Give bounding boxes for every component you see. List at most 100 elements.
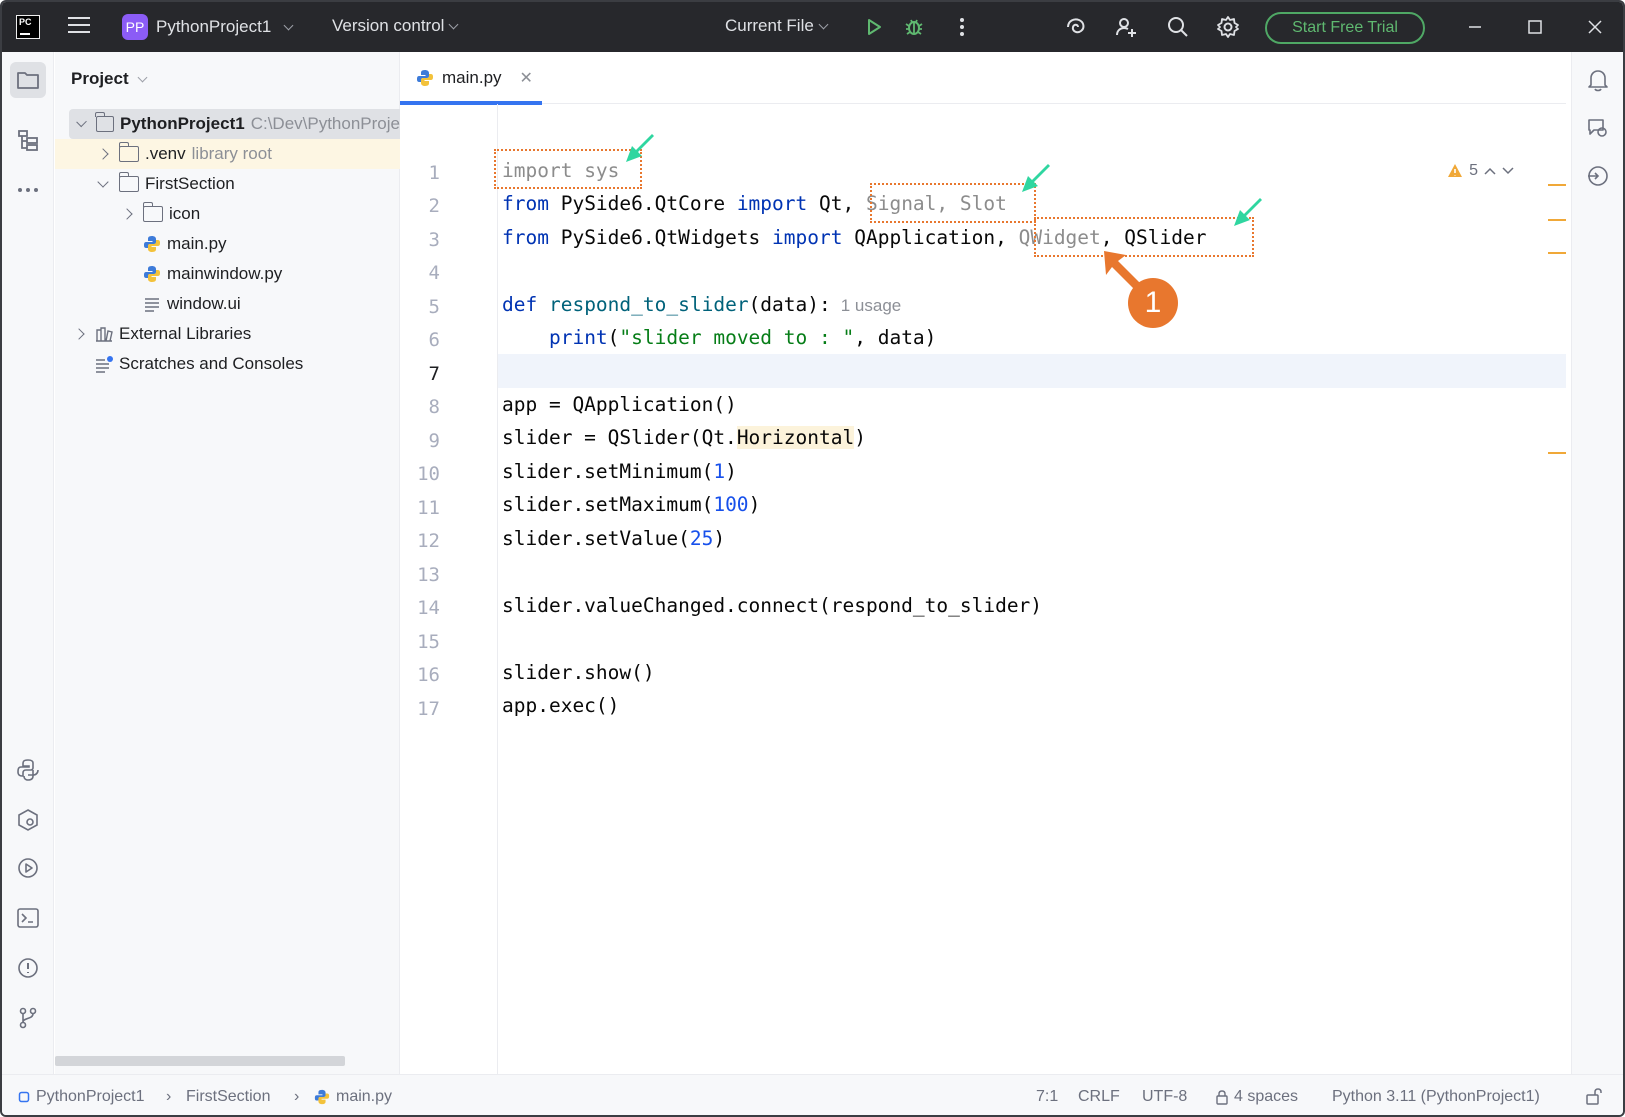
tree-item-icon-folder[interactable]: icon (55, 199, 400, 229)
code-line-10[interactable]: slider.setMinimum(1) (502, 457, 737, 487)
version-control-menu[interactable]: Version control (332, 16, 459, 36)
error-stripe-mark[interactable] (1548, 452, 1566, 454)
main-menu-button[interactable] (68, 17, 90, 35)
code-token: slider.show() (502, 661, 655, 684)
code-line-9[interactable]: slider = QSlider(Qt.Horizontal) (502, 423, 866, 453)
tree-item-label: main.py (167, 234, 227, 253)
code-token: Horizontal (736, 426, 855, 449)
ai-assistant-icon[interactable] (1062, 13, 1090, 41)
chevron-down-icon (818, 19, 829, 29)
folder-icon (142, 202, 163, 222)
chevron-right-icon[interactable] (121, 208, 133, 220)
code-token: slider = QSlider(Qt. (502, 426, 737, 449)
error-stripe-mark[interactable] (1548, 184, 1566, 186)
start-free-trial-button[interactable]: Start Free Trial (1265, 12, 1425, 44)
project-folder-icon[interactable] (10, 62, 46, 98)
run-icon[interactable] (860, 13, 888, 41)
services-icon[interactable] (10, 802, 46, 838)
code-line-6[interactable]: print("slider moved to : ", data) (502, 323, 936, 353)
line-separator[interactable]: CRLF (1078, 1088, 1120, 1106)
code-line-14[interactable]: slider.valueChanged.connect(respond_to_s… (502, 591, 1042, 621)
line-number: 2 (428, 195, 440, 217)
folder-icon (118, 142, 139, 162)
tree-item-scratches[interactable]: Scratches and Consoles (55, 349, 400, 379)
structure-icon[interactable] (10, 122, 46, 158)
usage-inlay-hint[interactable]: 1 usage (841, 296, 902, 315)
line-number: 17 (417, 698, 440, 720)
ui-file-icon (145, 298, 159, 312)
more-actions-icon[interactable] (948, 13, 976, 41)
horizontal-scrollbar[interactable] (55, 1056, 345, 1066)
python-file-icon (314, 1089, 330, 1105)
tree-item-mainwindow-py[interactable]: mainwindow.py (55, 259, 400, 289)
chevron-down-icon[interactable] (76, 116, 87, 127)
code-token: from (502, 192, 549, 215)
ai-chat-icon[interactable] (1580, 110, 1616, 146)
run-tool-icon[interactable] (10, 850, 46, 886)
folder-icon (118, 172, 139, 192)
notifications-bell-icon[interactable] (1580, 62, 1616, 98)
breadcrumb-file[interactable]: main.py (314, 1088, 392, 1106)
git-branch-icon[interactable] (10, 1000, 46, 1036)
debug-icon[interactable] (900, 13, 928, 41)
endpoints-icon[interactable] (1580, 158, 1616, 194)
tree-item-firstsection[interactable]: FirstSection (55, 169, 400, 199)
tree-item-main-py[interactable]: main.py (55, 229, 400, 259)
breadcrumb-project[interactable]: PythonProject1 (18, 1088, 145, 1106)
tree-item-project-root[interactable]: PythonProject1 C:\Dev\PythonProje (69, 109, 400, 139)
tree-item-external-libraries[interactable]: External Libraries (55, 319, 400, 349)
chevron-right-icon[interactable] (73, 328, 85, 340)
problems-icon[interactable] (10, 950, 46, 986)
pycharm-logo-icon: PC (16, 15, 40, 39)
python-file-icon (417, 70, 433, 86)
minimize-icon[interactable] (1460, 12, 1490, 42)
code-line-11[interactable]: slider.setMaximum(100) (502, 490, 760, 520)
read-only-toggle-icon[interactable] (1584, 1086, 1604, 1111)
project-view-selector[interactable]: Project (71, 69, 148, 89)
maximize-icon[interactable] (1520, 12, 1550, 42)
code-line-16[interactable]: slider.show() (502, 658, 655, 688)
file-encoding[interactable]: UTF-8 (1142, 1088, 1187, 1106)
chevron-down-icon[interactable] (97, 175, 109, 188)
line-number: 9 (428, 430, 440, 452)
error-stripe-mark[interactable] (1548, 252, 1566, 254)
run-configuration-selector[interactable]: Current File (725, 16, 829, 36)
add-user-icon[interactable] (1112, 13, 1140, 41)
python-interpreter[interactable]: Python 3.11 (PythonProject1) (1332, 1088, 1540, 1106)
chevron-down-icon[interactable] (1502, 167, 1514, 175)
code-line-8[interactable]: app = QApplication() (502, 390, 737, 420)
more-tools-icon[interactable] (10, 172, 46, 208)
lock-icon (1216, 1090, 1228, 1105)
tree-item-window-ui[interactable]: window.ui (55, 289, 400, 319)
tree-item-label: FirstSection (145, 174, 235, 193)
breadcrumb-folder[interactable]: FirstSection (186, 1088, 270, 1106)
breadcrumb-label: main.py (336, 1088, 393, 1105)
error-stripe-mark[interactable] (1548, 219, 1566, 221)
code-line-5[interactable]: def respond_to_slider(data): 1 usage (502, 290, 901, 320)
chevron-up-icon[interactable] (1484, 167, 1496, 175)
code-line-12[interactable]: slider.setValue(25) (502, 524, 725, 554)
run-config-label: Current File (725, 16, 814, 35)
search-icon[interactable] (1164, 13, 1192, 41)
code-token: QApplication, (842, 226, 1007, 249)
caret-position[interactable]: 7:1 (1036, 1088, 1058, 1106)
tree-item-venv[interactable]: .venv library root (55, 139, 400, 169)
python-packages-icon[interactable] (10, 752, 46, 788)
settings-gear-icon[interactable] (1214, 13, 1242, 41)
line-number: 12 (417, 530, 440, 552)
python-file-icon (144, 266, 160, 282)
close-tab-icon[interactable]: ✕ (520, 68, 533, 88)
project-switcher[interactable]: PP PythonProject1 (122, 14, 294, 40)
tab-main-py[interactable]: main.py ✕ (400, 52, 542, 105)
indent-settings[interactable]: 4 spaces (1214, 1088, 1298, 1106)
code-line-17[interactable]: app.exec() (502, 691, 619, 721)
terminal-icon[interactable] (10, 900, 46, 936)
inspection-widget[interactable]: 5 (1447, 162, 1514, 180)
tree-item-hint: library root (191, 144, 272, 163)
close-icon[interactable] (1580, 12, 1610, 42)
code-token: slider.valueChanged.connect(respond_to_s… (502, 594, 1043, 617)
current-line-highlight (498, 354, 1566, 388)
chevron-right-icon[interactable] (97, 148, 109, 160)
editor-area: main.py ✕ 1 2 3 4 5 6 7 8 9 10 11 12 13 … (400, 52, 1566, 1074)
